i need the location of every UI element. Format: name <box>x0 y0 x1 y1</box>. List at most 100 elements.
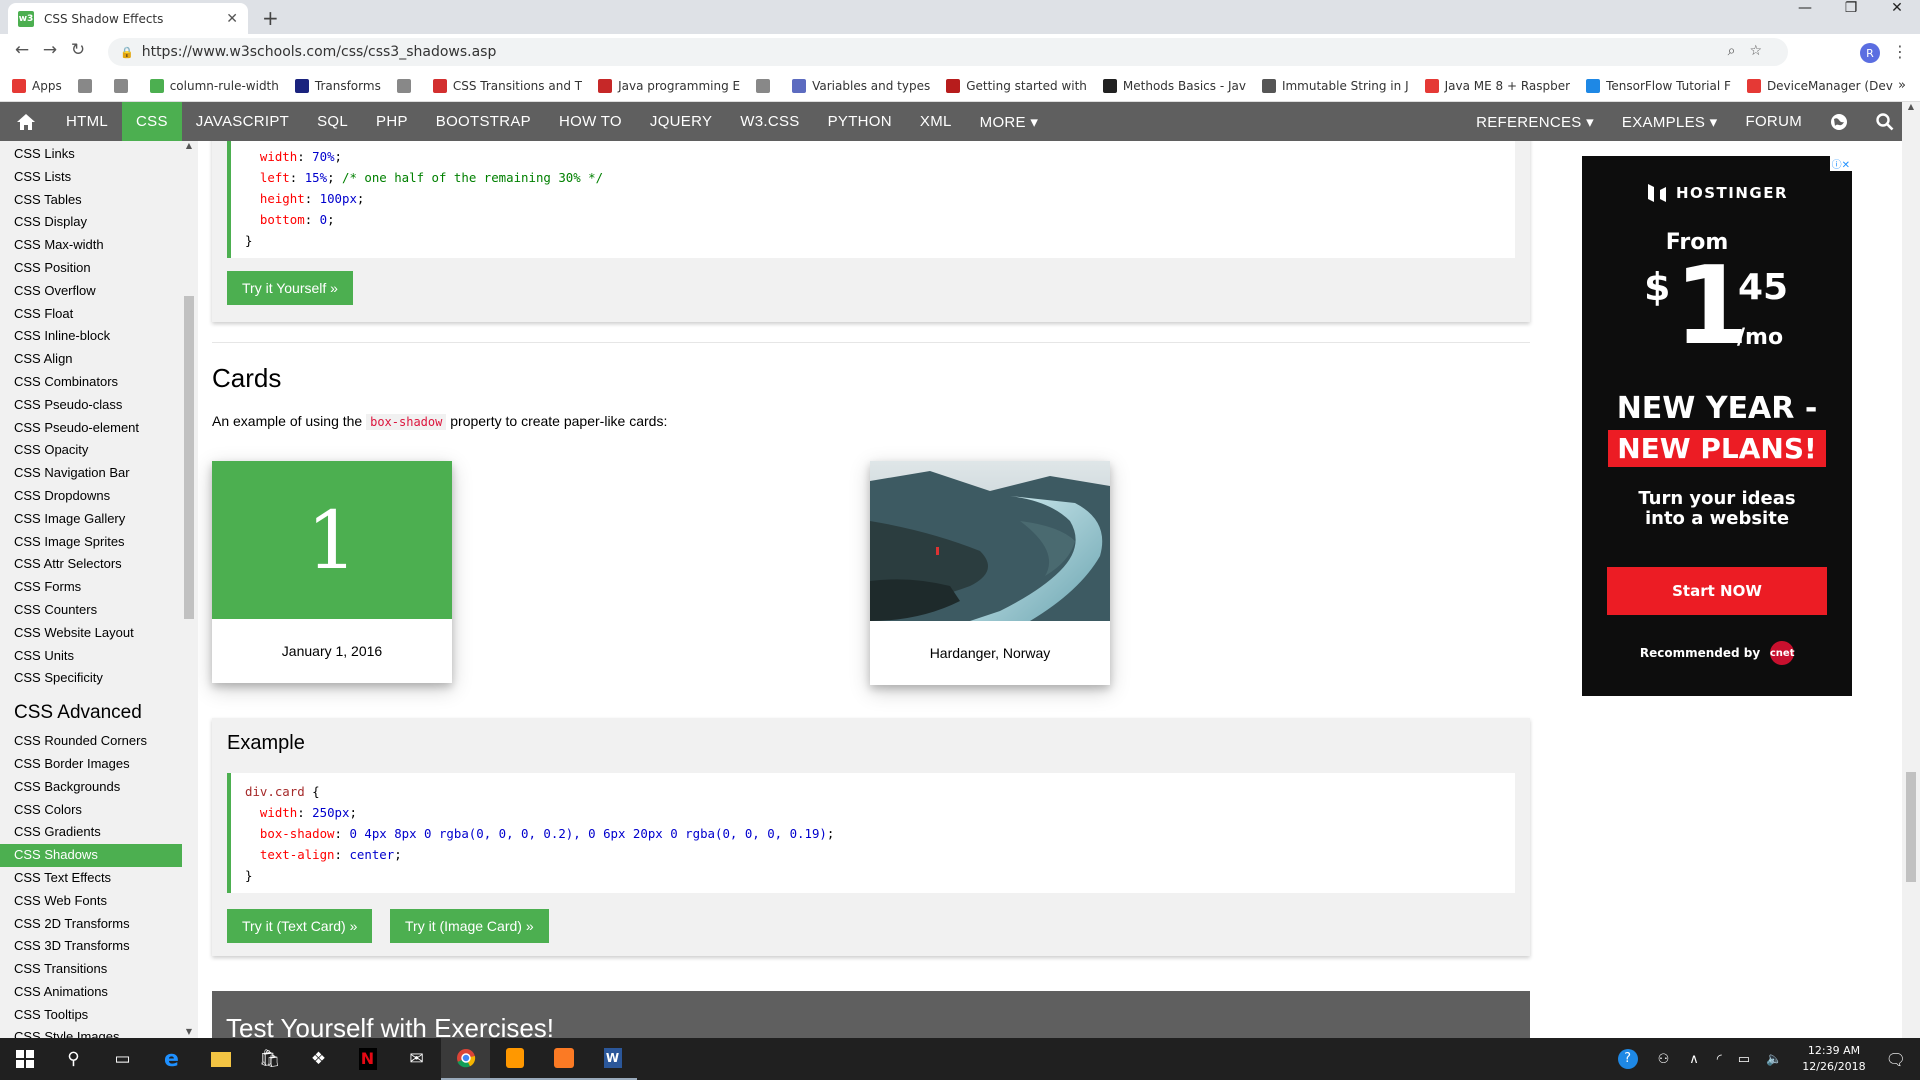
sublime-text-icon[interactable] <box>490 1038 539 1080</box>
store-icon[interactable]: 🛍 <box>245 1038 294 1080</box>
bookmark-getting-started-with[interactable]: Getting started with <box>946 78 1087 93</box>
sidebar-item-css-website-layout[interactable]: CSS Website Layout <box>0 622 182 645</box>
sidebar-item-css-tables[interactable]: CSS Tables <box>0 189 182 212</box>
ad-start-now-button[interactable]: Start NOW <box>1607 567 1827 615</box>
chrome-icon[interactable] <box>441 1038 490 1080</box>
nav-forum[interactable]: FORUM <box>1732 102 1817 141</box>
bookmarks-more-icon[interactable]: » <box>1898 78 1906 93</box>
sidebar-item-css-opacity[interactable]: CSS Opacity <box>0 439 182 462</box>
sidebar-item-css-display[interactable]: CSS Display <box>0 211 182 234</box>
nav-w3-css[interactable]: W3.CSS <box>726 102 813 141</box>
sidebar-item-css-web-fonts[interactable]: CSS Web Fonts <box>0 890 182 913</box>
battery-icon[interactable]: ▭ <box>1738 1052 1750 1067</box>
sidebar-item-css-image-gallery[interactable]: CSS Image Gallery <box>0 508 182 531</box>
bookmark-methods-basics-jav[interactable]: Methods Basics - Jav <box>1102 78 1246 93</box>
bookmark-star-icon[interactable]: ☆ <box>1749 43 1776 59</box>
bookmark-apps[interactable]: Apps <box>12 78 62 93</box>
bookmark-page-8[interactable] <box>756 78 776 93</box>
nav-html[interactable]: HTML <box>52 102 122 141</box>
bookmark-css-transitions-and-t[interactable]: CSS Transitions and T <box>432 78 582 93</box>
nav-how-to[interactable]: HOW TO <box>545 102 636 141</box>
sidebar-item-css-style-images[interactable]: CSS Style Images <box>0 1026 182 1038</box>
hostinger-ad[interactable]: ⓘ✕ HOSTINGER From $ 1 45 /mo NEW YEAR - … <box>1582 156 1852 696</box>
sidebar-item-css-max-width[interactable]: CSS Max-width <box>0 234 182 257</box>
sidebar-item-css-transitions[interactable]: CSS Transitions <box>0 958 182 981</box>
sidebar-item-css-tooltips[interactable]: CSS Tooltips <box>0 1004 182 1027</box>
sidebar-item-css-border-images[interactable]: CSS Border Images <box>0 753 182 776</box>
bookmark-transforms[interactable]: Transforms <box>294 78 381 93</box>
nav-css[interactable]: CSS <box>122 102 182 141</box>
file-explorer-icon[interactable] <box>196 1038 245 1080</box>
nav-php[interactable]: PHP <box>362 102 422 141</box>
sidebar-item-css-float[interactable]: CSS Float <box>0 303 182 326</box>
new-tab-icon[interactable]: + <box>262 6 279 30</box>
taskbar-search-icon[interactable]: ⚲ <box>49 1038 98 1080</box>
nav-python[interactable]: PYTHON <box>814 102 906 141</box>
forward-arrow-icon[interactable]: → <box>36 40 64 60</box>
nav-sql[interactable]: SQL <box>303 102 362 141</box>
clock[interactable]: 12:39 AM 12/26/2018 <box>1802 1043 1865 1075</box>
tray-chevron-icon[interactable]: ∧ <box>1689 1052 1699 1067</box>
sidebar-item-css-inline-block[interactable]: CSS Inline-block <box>0 325 182 348</box>
profile-avatar[interactable]: R <box>1860 43 1880 63</box>
sidebar-item-css-colors[interactable]: CSS Colors <box>0 799 182 822</box>
menu-kebab-icon[interactable]: ⋮ <box>1892 42 1908 61</box>
scroll-up-icon[interactable]: ▲ <box>182 141 196 150</box>
page-scroll-up-icon[interactable]: ▲ <box>1902 102 1920 111</box>
ad-choices-icon[interactable]: ⓘ✕ <box>1829 156 1852 171</box>
bookmark-devicemanager-dev[interactable]: DeviceManager (Dev <box>1746 78 1893 93</box>
bookmark-page-2[interactable] <box>113 78 134 93</box>
nav-more[interactable]: MORE ▾ <box>966 102 1053 141</box>
bookmark-java-me-8-raspber[interactable]: Java ME 8 + Raspber <box>1424 78 1570 93</box>
reload-icon[interactable]: ↻ <box>64 40 92 60</box>
nav-jquery[interactable]: JQUERY <box>636 102 726 141</box>
browser-tab[interactable]: w3 CSS Shadow Effects ✕ <box>8 3 248 34</box>
address-bar[interactable]: 🔒 https://www.w3schools.com/css/css3_sha… <box>108 38 1788 66</box>
zoom-icon[interactable]: ⌕ <box>1728 43 1750 59</box>
sidebar-item-css-dropdowns[interactable]: CSS Dropdowns <box>0 485 182 508</box>
home-icon[interactable] <box>0 102 52 141</box>
sidebar-item-css-shadows[interactable]: CSS Shadows <box>0 844 182 867</box>
close-window-icon[interactable]: ✕ <box>1874 0 1920 16</box>
bookmark-tensorflow-tutorial-f[interactable]: TensorFlow Tutorial F <box>1586 78 1731 93</box>
bookmark-java-programming-e[interactable]: Java programming E <box>598 78 740 93</box>
sidebar-item-css-lists[interactable]: CSS Lists <box>0 166 182 189</box>
nav-xml[interactable]: XML <box>906 102 966 141</box>
sidebar-item-css-rounded-corners[interactable]: CSS Rounded Corners <box>0 730 182 753</box>
sidebar-item-css-units[interactable]: CSS Units <box>0 645 182 668</box>
volume-icon[interactable]: 🔈 <box>1766 1052 1782 1067</box>
bookmark-variables-and-types[interactable]: Variables and types <box>792 78 930 93</box>
nav-bootstrap[interactable]: BOOTSTRAP <box>422 102 545 141</box>
globe-icon[interactable] <box>1816 102 1862 141</box>
windows-start-icon[interactable] <box>0 1038 49 1080</box>
back-arrow-icon[interactable]: ← <box>8 40 36 60</box>
sidebar-item-css-navigation-bar[interactable]: CSS Navigation Bar <box>0 462 182 485</box>
sidebar-item-css-specificity[interactable]: CSS Specificity <box>0 667 182 690</box>
try-it-yourself-button[interactable]: Try it Yourself » <box>227 271 353 305</box>
sidebar-item-css-image-sprites[interactable]: CSS Image Sprites <box>0 531 182 554</box>
sidebar-item-css-links[interactable]: CSS Links <box>0 143 182 166</box>
nav-javascript[interactable]: JAVASCRIPT <box>182 102 303 141</box>
sidebar-item-css-3d-transforms[interactable]: CSS 3D Transforms <box>0 935 182 958</box>
bookmark-page-5[interactable] <box>396 78 417 93</box>
sidebar-item-css-overflow[interactable]: CSS Overflow <box>0 280 182 303</box>
sidebar-item-css-position[interactable]: CSS Position <box>0 257 182 280</box>
sidebar-item-css-align[interactable]: CSS Align <box>0 348 182 371</box>
try-text-card-button[interactable]: Try it (Text Card) » <box>227 909 373 943</box>
word-icon[interactable]: W <box>588 1038 637 1080</box>
sidebar-item-css-counters[interactable]: CSS Counters <box>0 599 182 622</box>
page-scroll-thumb[interactable] <box>1906 772 1916 882</box>
minimize-icon[interactable]: — <box>1782 0 1828 16</box>
wifi-icon[interactable]: ◜ <box>1717 1052 1722 1067</box>
sidebar-item-css-pseudo-element[interactable]: CSS Pseudo-element <box>0 417 182 440</box>
scroll-down-icon[interactable]: ▼ <box>182 1027 196 1036</box>
edge-icon[interactable]: e <box>147 1038 196 1080</box>
sidebar-scrollbar[interactable]: ▲ ▼ <box>182 141 196 1038</box>
sidebar-item-css-text-effects[interactable]: CSS Text Effects <box>0 867 182 890</box>
page-scrollbar[interactable]: ▲ <box>1902 102 1920 1038</box>
mail-icon[interactable]: ✉ <box>392 1038 441 1080</box>
help-icon[interactable]: ? <box>1617 1049 1638 1069</box>
sidebar-item-css-pseudo-class[interactable]: CSS Pseudo-class <box>0 394 182 417</box>
nav-examples[interactable]: EXAMPLES ▾ <box>1608 102 1732 141</box>
sidebar-item-css-forms[interactable]: CSS Forms <box>0 576 182 599</box>
